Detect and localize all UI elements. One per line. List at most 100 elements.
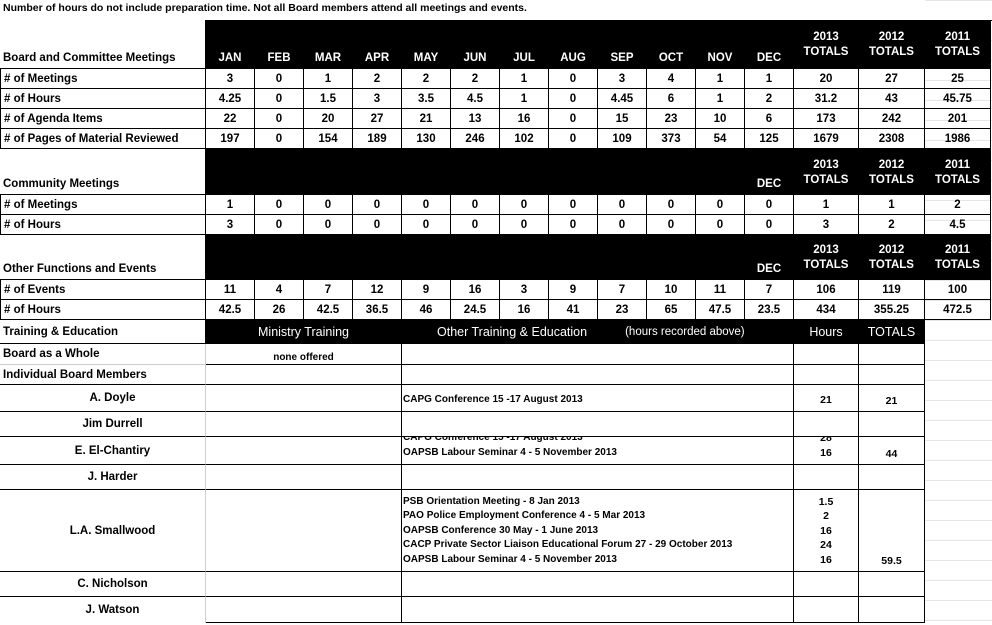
value-cell: 0 [402,215,451,235]
month-header-dec: DEC [745,235,794,280]
value-cell: 0 [549,109,598,129]
month-header: MAY [402,20,451,69]
spreadsheet: Number of hours do not include preparati… [0,0,992,625]
grid-line [925,320,992,321]
training-hours: 1.5 [818,495,834,508]
value-cell: 21 [402,109,451,129]
training-item: OAPSB Conference 30 May - 1 June 2013 [403,524,599,536]
note-text: Number of hours do not include preparati… [3,2,527,14]
value-cell: 3 [206,69,255,89]
member-hours-cell [794,572,859,597]
training-item: CAPG Conference 15 -17 August 2013 [403,393,583,405]
value-cell: 16 [500,300,549,320]
value-cell: 125 [745,129,794,149]
total-cell: 45.75 [925,89,991,109]
member-ministry-cell [206,465,402,490]
grid-line [925,440,992,441]
member-hours-cell [794,597,859,623]
member-name: A. Doyle [0,385,206,412]
value-cell: 0 [255,89,304,109]
total-cell: 242 [859,109,925,129]
member-hours-cell [794,465,859,490]
total-cell: 4.5 [925,215,991,235]
value-cell: 2 [451,69,500,89]
value-cell: 3.5 [402,89,451,109]
value-cell: 130 [402,129,451,149]
totals-header-label: TOTALS [935,259,980,271]
value-cell: 12 [353,280,402,300]
individual-members-label: Individual Board Members [0,365,206,385]
totals-header-year: 2011 [945,158,970,171]
member-ministry-cell [206,437,402,465]
value-cell: 0 [598,195,647,215]
value-cell: 0 [549,215,598,235]
month-header: AUG [549,20,598,69]
value-cell: 0 [451,195,500,215]
value-cell: 47.5 [696,300,745,320]
value-cell: 0 [549,89,598,109]
totals-header: 2013 TOTALS [794,235,859,280]
training-item: OAPSB Labour Seminar 4 - 5 November 2013 [403,553,617,565]
value-cell: 0 [255,129,304,149]
value-cell: 7 [304,280,353,300]
member-training-cell: CAPG Conference 15 -17 August 2013 OAPSB … [402,437,794,465]
member-name: Jim Durrell [0,412,206,437]
total-cell: 434 [794,300,859,320]
training-hours: 16 [820,524,832,537]
totals-header: 2011 TOTALS [925,235,991,280]
other-training-header: Other Training & Education (hours recorde… [402,320,794,344]
value-cell: 46 [402,300,451,320]
total-cell: 1 [794,195,859,215]
training-item: CACP Private Sector Liaison Educational … [403,539,733,550]
month-header-dec: DEC [745,149,794,195]
value-cell: 3 [353,89,402,109]
value-cell: 3 [206,215,255,235]
value-cell: 4 [255,280,304,300]
totals-header-year: 2012 [878,158,905,171]
total-cell: 3 [794,215,859,235]
individual-ministry [206,365,402,385]
grid-line [925,540,992,541]
member-hours-cell [794,412,859,437]
value-cell: 42.5 [304,300,353,320]
value-cell: 23 [598,300,647,320]
total-cell: 100 [925,280,991,300]
value-cell: 3 [598,69,647,89]
totals-header-label: TOTALS [869,173,914,186]
grid-line [925,0,992,1]
value-cell: 1 [745,69,794,89]
value-cell: 22 [206,109,255,129]
section-title-other: Other Functions and Events [0,235,206,280]
training-hours: 21 [820,393,832,406]
totals-header-year: 2013 [813,244,839,256]
value-cell: 0 [647,215,696,235]
row-label: # of Agenda Items [0,109,206,129]
month-header: JAN [206,20,255,69]
value-cell: 0 [696,195,745,215]
value-cell: 1 [696,69,745,89]
member-training-cell [402,597,794,623]
member-ministry-cell [206,597,402,623]
value-cell: 6 [745,109,794,129]
value-cell: 109 [598,129,647,149]
totals-header-label: TOTALS [935,46,980,58]
totals-header-label: TOTALS [869,46,914,58]
row-label: # of Meetings [0,69,206,89]
value-cell: 4.25 [206,89,255,109]
value-cell: 4.45 [598,89,647,109]
totals-header: 2011 TOTALS [925,20,991,69]
totals-header-year: 2012 [878,31,905,43]
value-cell: 197 [206,129,255,149]
row-label: # of Hours [0,215,206,235]
value-cell: 1 [500,69,549,89]
row-label: # of Events [0,280,206,300]
month-header: JUL [500,20,549,69]
totals-header-label: TOTALS [803,259,849,271]
total-cell: 1 [859,195,925,215]
training-hours: 28 [820,437,832,444]
grid-line [925,600,992,601]
value-cell: 10 [696,109,745,129]
training-item: OAPSB Labour Seminar 4 - 5 November 2013 [403,446,617,458]
value-cell: 3 [500,280,549,300]
value-cell: 16 [451,280,500,300]
